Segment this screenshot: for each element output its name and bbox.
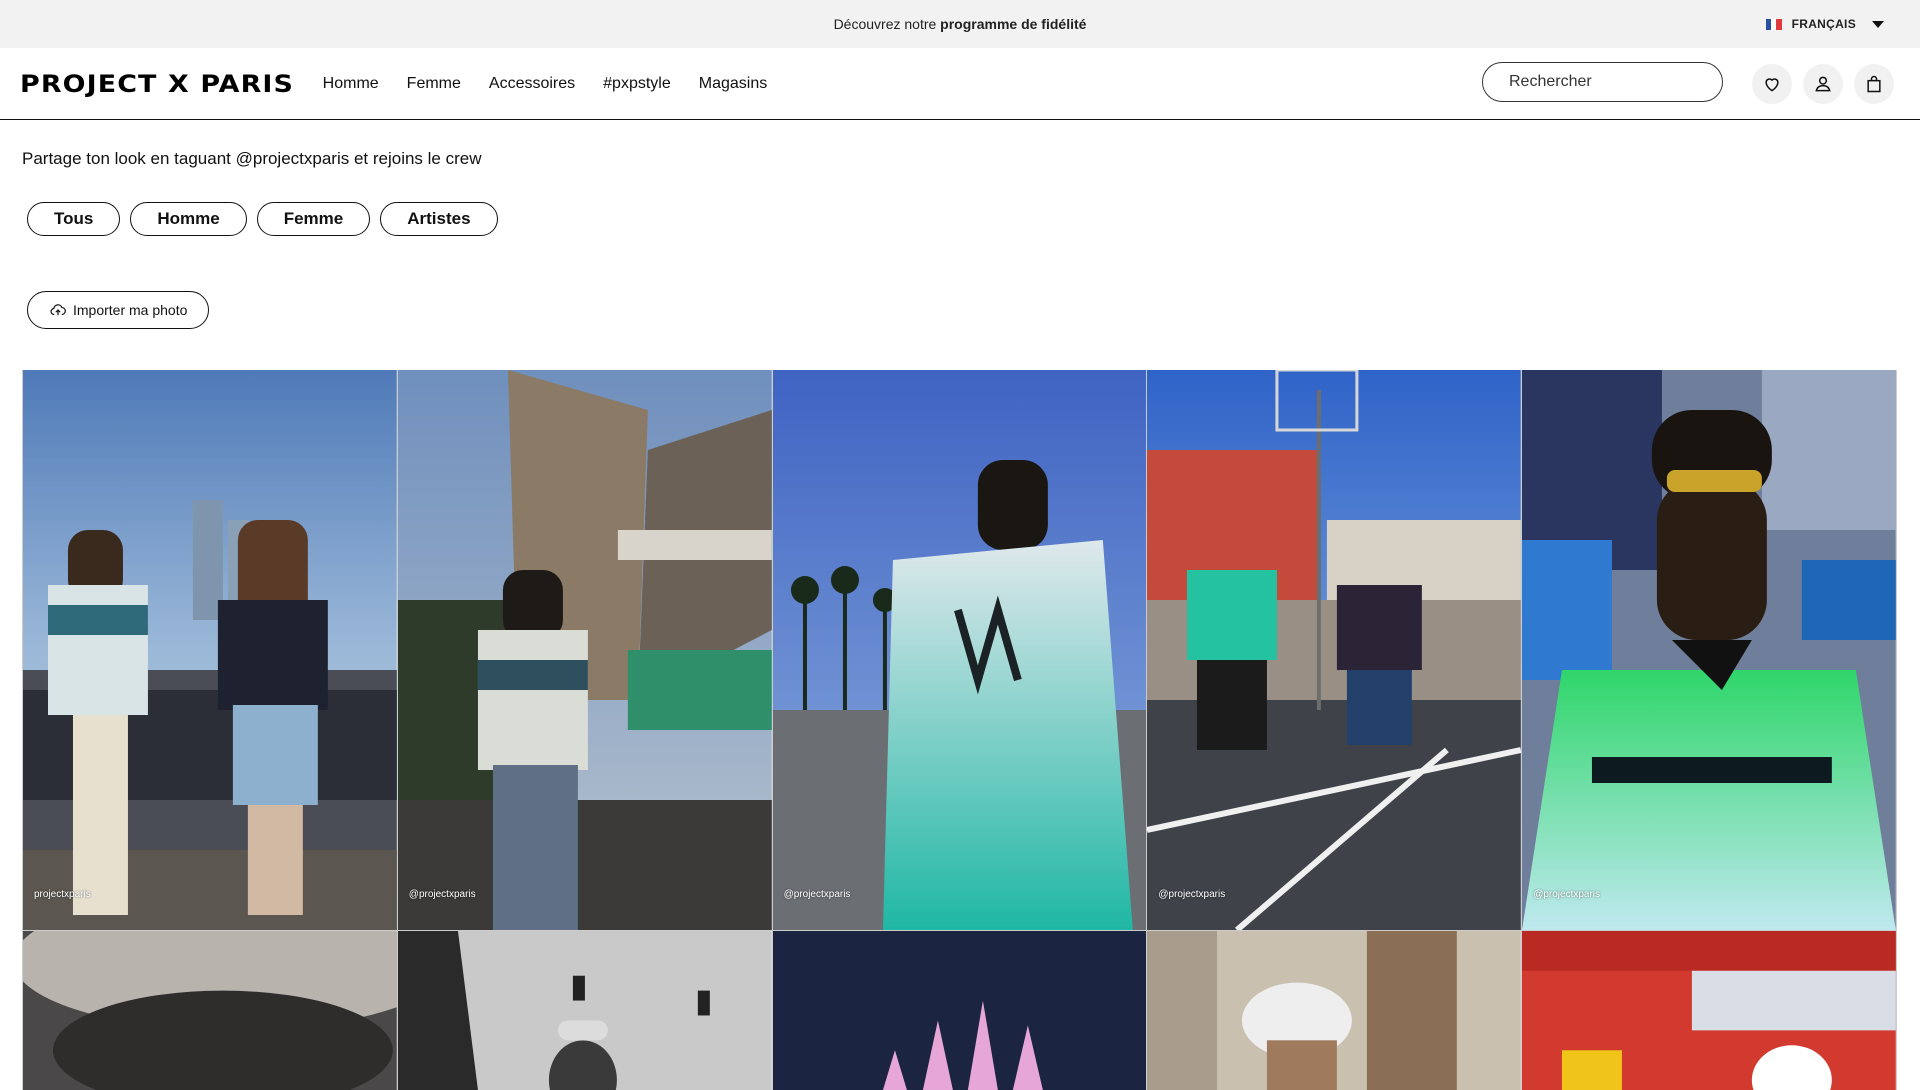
nav-item-homme[interactable]: Homme [323,75,379,93]
photo-handle: projectxparis [34,889,91,900]
photo-image [1147,370,1522,930]
upload-photo-button[interactable]: Importer ma photo [27,291,210,329]
page-tagline: Partage ton look en taguant @projectxpar… [22,149,482,168]
photo-image [1522,931,1896,1090]
nav-item-femme[interactable]: Femme [407,75,461,93]
heart-icon [1765,78,1779,92]
nav-item-accessoires[interactable]: Accessoires [489,75,575,93]
filter-tous[interactable]: Tous [27,202,121,236]
language-selector[interactable]: FRANÇAIS [1765,0,1884,48]
main-nav: Homme Femme Accessoires #pxpstyle Magasi… [323,75,768,93]
gallery-photo[interactable]: projectxparis [23,370,398,930]
cart-button[interactable] [1854,64,1894,104]
photo-handle: @projectxparis [783,889,851,900]
gallery-photo[interactable]: @projectxparis [1522,370,1897,930]
photo-handle: @projectxparis [1158,889,1226,900]
filter-femme[interactable]: Femme [256,202,371,236]
ugc-gallery: projectxparis @projectxparis @projectxpa… [22,370,1897,1090]
search-input[interactable] [1482,62,1723,102]
gallery-photo[interactable] [1147,930,1523,1090]
filter-chips: Tous Homme Femme Artistes [27,202,498,236]
cloud-upload-icon [50,304,66,316]
logo[interactable]: PROJECT X PARIS [20,70,294,98]
announcement-text[interactable]: Découvrez notre programme de fidélité [834,16,1087,32]
gallery-photo[interactable]: @projectxparis [1147,370,1523,930]
account-button[interactable] [1803,64,1843,104]
upload-label: Importer ma photo [73,302,188,318]
photo-image [23,931,397,1090]
photo-handle: @projectxparis [408,889,476,900]
france-flag-icon [1765,18,1782,30]
photo-handle: @projectxparis [1533,889,1601,900]
photo-image [397,931,772,1090]
gallery-photo[interactable] [397,930,773,1090]
gallery-photo[interactable]: @projectxparis [772,370,1148,930]
nav-item-magasins[interactable]: Magasins [699,75,767,93]
language-label: FRANÇAIS [1791,17,1856,31]
user-icon [1815,76,1831,92]
chevron-down-icon [1872,20,1884,28]
photo-image [397,370,772,930]
gallery-photo[interactable]: @projectxparis [397,370,773,930]
nav-item-pxpstyle[interactable]: #pxpstyle [603,75,671,93]
photo-image [772,931,1147,1090]
wishlist-button[interactable] [1752,64,1792,104]
filter-homme[interactable]: Homme [130,202,247,236]
loyalty-program-link[interactable]: programme de fidélité [940,16,1086,32]
photo-image [1522,370,1896,930]
site-header: PROJECT X PARIS Homme Femme Accessoires … [0,48,1920,120]
announcement-bar: Découvrez notre programme de fidélité FR… [0,0,1920,48]
gallery-photo[interactable] [1522,930,1897,1090]
gallery-photo[interactable] [772,930,1148,1090]
photo-image [1147,931,1522,1090]
photo-image [23,370,397,930]
bag-icon [1867,75,1881,93]
photo-image [772,370,1147,930]
gallery-photo[interactable] [23,930,398,1090]
filter-artistes[interactable]: Artistes [380,202,498,236]
